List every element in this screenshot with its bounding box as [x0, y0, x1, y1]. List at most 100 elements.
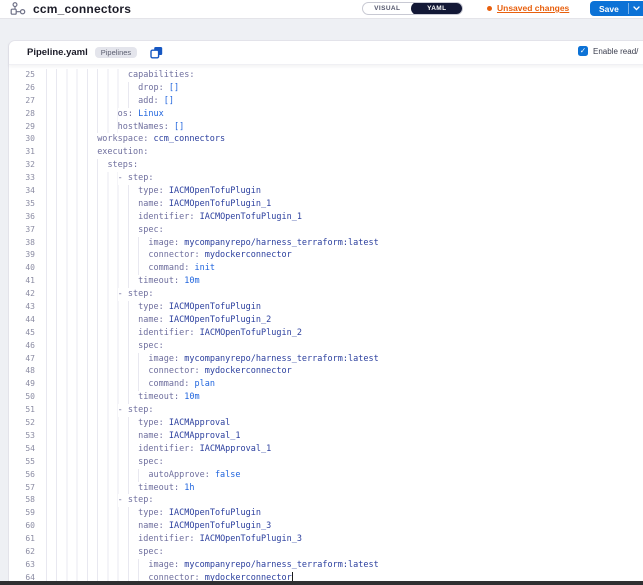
unsaved-dot-icon [487, 6, 492, 11]
line-number: 51 [9, 404, 35, 417]
line-number: 53 [9, 430, 35, 443]
code-line[interactable]: 41timeout: 10m [9, 275, 643, 288]
code-line[interactable]: 38image: mycompanyrepo/harness_terraform… [9, 237, 643, 250]
code-line[interactable]: 48connector: mydockerconnector [9, 365, 643, 378]
code-line[interactable]: 46spec: [9, 340, 643, 353]
code-line[interactable]: 36identifier: IACMOpenTofuPlugin_1 [9, 211, 643, 224]
unsaved-changes-link[interactable]: Unsaved changes [487, 3, 569, 13]
code-line[interactable]: 25capabilities: [9, 69, 643, 82]
code-line[interactable]: 44name: IACMOpenTofuPlugin_2 [9, 314, 643, 327]
line-number: 62 [9, 546, 35, 559]
code-line[interactable]: 26drop: [] [9, 82, 643, 95]
line-number: 44 [9, 314, 35, 327]
code-line[interactable]: 49command: plan [9, 378, 643, 391]
line-number: 40 [9, 262, 35, 275]
code-line[interactable]: 64connector: mydockerconnector [9, 572, 643, 581]
header-title-group: ccm_connectors [10, 0, 131, 18]
code-line[interactable]: 35name: IACMOpenTofuPlugin_1 [9, 198, 643, 211]
code-line[interactable]: 52type: IACMApproval [9, 417, 643, 430]
copy-icon[interactable] [149, 46, 163, 60]
code-line[interactable]: 40command: init [9, 262, 643, 275]
line-number: 37 [9, 224, 35, 237]
code-line[interactable]: 30workspace: ccm_connectors [9, 133, 643, 146]
line-number: 48 [9, 365, 35, 378]
line-number: 26 [9, 82, 35, 95]
line-number: 55 [9, 456, 35, 469]
pipeline-icon [10, 2, 26, 16]
line-number: 27 [9, 95, 35, 108]
line-number: 32 [9, 159, 35, 172]
code-line[interactable]: 43type: IACMOpenTofuPlugin [9, 301, 643, 314]
line-number: 38 [9, 237, 35, 250]
code-line[interactable]: 57timeout: 1h [9, 482, 643, 495]
line-number: 28 [9, 108, 35, 121]
save-dropdown-button[interactable] [629, 1, 643, 16]
line-number: 54 [9, 443, 35, 456]
line-number: 39 [9, 249, 35, 262]
code-line[interactable]: 28os: Linux [9, 108, 643, 121]
line-number: 52 [9, 417, 35, 430]
code-line[interactable]: 32steps: [9, 159, 643, 172]
code-line[interactable]: 58- step: [9, 494, 643, 507]
code-line[interactable]: 45identifier: IACMOpenTofuPlugin_2 [9, 327, 643, 340]
line-number: 41 [9, 275, 35, 288]
code-line[interactable]: 61identifier: IACMOpenTofuPlugin_3 [9, 533, 643, 546]
line-number: 59 [9, 507, 35, 520]
code-line[interactable]: 34type: IACMOpenTofuPlugin [9, 185, 643, 198]
code-line[interactable]: 62spec: [9, 546, 643, 559]
toggle-visual[interactable]: VISUAL [363, 3, 412, 14]
pipeline-header: ccm_connectors VISUAL YAML Unsaved chang… [0, 0, 643, 19]
line-number: 45 [9, 327, 35, 340]
line-number: 63 [9, 559, 35, 572]
code-line[interactable]: 29hostNames: [] [9, 121, 643, 134]
code-line[interactable]: 54identifier: IACMApproval_1 [9, 443, 643, 456]
line-number: 49 [9, 378, 35, 391]
line-number: 61 [9, 533, 35, 546]
line-number: 64 [9, 572, 35, 581]
line-number: 29 [9, 121, 35, 134]
line-number: 60 [9, 520, 35, 533]
page-title: ccm_connectors [33, 2, 131, 16]
editor-card: Pipeline.yaml Pipelines ✓ Enable read/ 2… [8, 40, 643, 582]
code-line[interactable]: 56autoApprove: false [9, 469, 643, 482]
code-line[interactable]: 31execution: [9, 146, 643, 159]
line-number: 50 [9, 391, 35, 404]
code-line[interactable]: 39connector: mydockerconnector [9, 249, 643, 262]
line-number: 35 [9, 198, 35, 211]
toggle-yaml[interactable]: YAML [411, 2, 463, 15]
line-number: 34 [9, 185, 35, 198]
code-line[interactable]: 51- step: [9, 404, 643, 417]
code-line[interactable]: 53name: IACMApproval_1 [9, 430, 643, 443]
code-line[interactable]: 50timeout: 10m [9, 391, 643, 404]
code-line[interactable]: 59type: IACMOpenTofuPlugin [9, 507, 643, 520]
yaml-editor[interactable]: 25capabilities:26drop: []27add: []28os: … [9, 65, 643, 581]
code-line[interactable]: 42- step: [9, 288, 643, 301]
visual-yaml-toggle[interactable]: VISUAL YAML [362, 2, 463, 15]
line-number: 56 [9, 469, 35, 482]
checkbox-checked-icon[interactable]: ✓ [578, 46, 588, 56]
unsaved-changes-label: Unsaved changes [497, 3, 569, 13]
line-number: 25 [9, 69, 35, 82]
enable-read-checkbox-row[interactable]: ✓ Enable read/ [578, 46, 638, 56]
chevron-down-icon [633, 6, 640, 11]
app-window: ccm_connectors VISUAL YAML Unsaved chang… [0, 0, 643, 585]
line-number: 46 [9, 340, 35, 353]
code-line[interactable]: 60name: IACMOpenTofuPlugin_3 [9, 520, 643, 533]
save-split-button: Save [590, 1, 643, 16]
window-bottom-edge [0, 581, 643, 585]
save-button[interactable]: Save [590, 1, 628, 16]
line-number: 47 [9, 353, 35, 366]
line-number: 33 [9, 172, 35, 185]
code-line[interactable]: 47image: mycompanyrepo/harness_terraform… [9, 353, 643, 366]
line-number: 42 [9, 288, 35, 301]
line-number: 57 [9, 482, 35, 495]
code-line[interactable]: 55spec: [9, 456, 643, 469]
code-line[interactable]: 27add: [] [9, 95, 643, 108]
code-line[interactable]: 63image: mycompanyrepo/harness_terraform… [9, 559, 643, 572]
line-number: 30 [9, 133, 35, 146]
line-number: 58 [9, 494, 35, 507]
tab-pipeline-yaml[interactable]: Pipeline.yaml [27, 47, 88, 58]
code-line[interactable]: 37spec: [9, 224, 643, 237]
text-cursor [292, 572, 293, 581]
code-line[interactable]: 33- step: [9, 172, 643, 185]
